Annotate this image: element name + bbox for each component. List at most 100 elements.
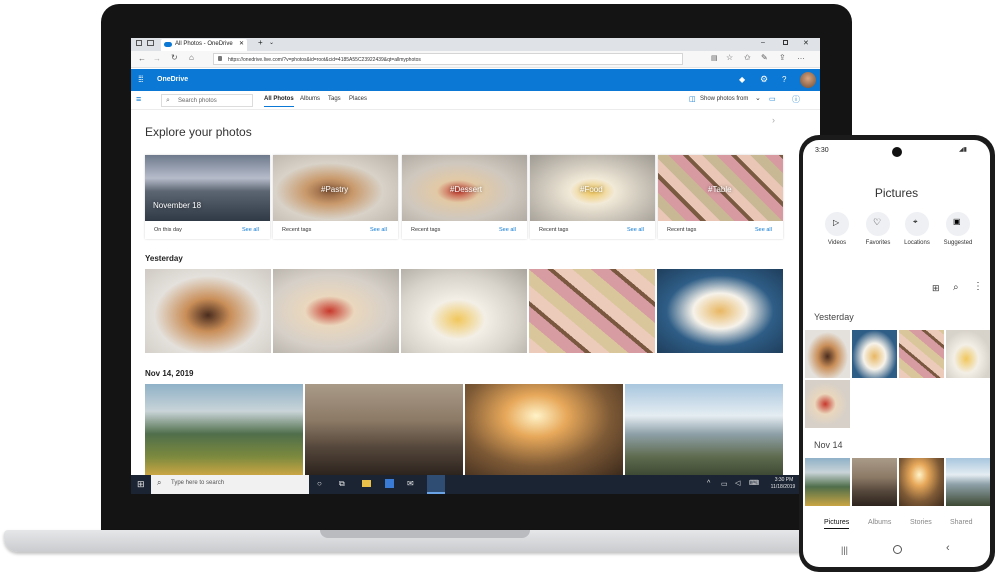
chevron-down-icon[interactable]: ⌄ xyxy=(269,39,274,46)
battery-icon[interactable]: ▭ xyxy=(721,480,728,488)
phone-tab-albums[interactable]: Albums xyxy=(868,519,891,526)
tray-chevron-icon[interactable]: ^ xyxy=(707,480,710,487)
minimize-icon[interactable]: – xyxy=(761,39,765,46)
cortana-icon[interactable]: ○ xyxy=(317,479,322,488)
phone-photo-tile[interactable] xyxy=(946,458,990,506)
file-explorer-icon[interactable] xyxy=(362,480,371,487)
maximize-icon[interactable] xyxy=(783,40,788,45)
favorites-icon[interactable]: ✩ xyxy=(744,53,751,62)
refresh-icon[interactable]: ↻ xyxy=(171,53,178,62)
tab-actions-icon[interactable] xyxy=(136,40,142,46)
app-name: OneDrive xyxy=(157,76,189,83)
volume-icon[interactable]: ◁ xyxy=(735,479,740,487)
photo-tile[interactable] xyxy=(145,384,303,475)
explore-card-pastry[interactable]: #Pastry Recent tags See all xyxy=(273,155,398,239)
show-photos-from-dropdown[interactable]: Show photos from xyxy=(700,96,748,102)
see-all-link[interactable]: See all xyxy=(370,227,387,233)
share-icon[interactable]: ⇪ xyxy=(779,53,786,62)
photo-tile[interactable] xyxy=(529,269,655,353)
url-field[interactable]: https://onedrive.live.com/?v=photos&id=r… xyxy=(213,53,683,65)
tab-preview-icon[interactable] xyxy=(147,40,154,46)
suggested-button[interactable]: ▣ xyxy=(946,212,970,236)
taskbar-search-box[interactable]: ⌕ Type here to search xyxy=(151,475,309,494)
reading-view-icon[interactable]: ▤ xyxy=(711,54,718,62)
tab-close-icon[interactable]: ✕ xyxy=(239,40,244,47)
mail-icon[interactable]: ✉ xyxy=(407,479,414,488)
task-view-icon[interactable]: ⧉ xyxy=(339,479,345,489)
see-all-link[interactable]: See all xyxy=(242,227,259,233)
explore-card-on-this-day[interactable]: November 18 On this day See all xyxy=(145,155,270,239)
tab-albums[interactable]: Albums xyxy=(300,96,320,102)
locations-button[interactable]: ⌖ xyxy=(905,212,929,236)
language-icon[interactable]: ⌨ xyxy=(749,479,759,487)
avatar[interactable] xyxy=(800,72,816,88)
videos-label: Videos xyxy=(827,240,847,246)
photo-tile[interactable] xyxy=(145,269,271,353)
hamburger-menu-icon[interactable]: ≡ xyxy=(136,94,141,104)
phone-photo-tile[interactable] xyxy=(899,458,944,506)
browser-tab[interactable]: All Photos - OneDrive ✕ xyxy=(161,39,247,51)
phone-photo-tile[interactable] xyxy=(805,330,850,378)
home-icon[interactable] xyxy=(893,545,902,554)
explore-card-dessert[interactable]: #Dessert Recent tags See all xyxy=(402,155,527,239)
phone-tab-pictures[interactable]: Pictures xyxy=(824,519,850,529)
window-close-icon[interactable]: ✕ xyxy=(803,39,809,47)
more-options-icon[interactable]: ⋮ xyxy=(973,281,983,292)
see-all-link[interactable]: See all xyxy=(499,227,516,233)
recents-icon[interactable]: ||| xyxy=(841,545,848,555)
taskbar-search-text: Type here to search xyxy=(171,480,225,486)
photo-tile[interactable] xyxy=(625,384,783,475)
search-icon: ⌕ xyxy=(157,478,162,487)
forward-icon[interactable]: → xyxy=(153,54,161,63)
photo-tile[interactable] xyxy=(273,269,399,353)
view-options-icon[interactable]: ▭ xyxy=(769,95,776,103)
videos-button[interactable]: ▷ xyxy=(825,212,849,236)
settings-gear-icon[interactable]: ⚙ xyxy=(760,74,768,85)
photo-tile[interactable] xyxy=(305,384,463,475)
phone-photo-tile[interactable] xyxy=(852,458,897,506)
info-icon[interactable]: ⓘ xyxy=(792,94,800,105)
phone-photo-tile[interactable] xyxy=(805,380,850,428)
chevron-down-icon[interactable]: ⌄ xyxy=(755,94,761,102)
explore-card-table[interactable]: #Table Recent tags See all xyxy=(658,155,783,239)
notes-icon[interactable]: ✎ xyxy=(761,53,768,62)
phone-photo-tile[interactable] xyxy=(852,330,897,378)
help-icon[interactable]: ? xyxy=(782,75,786,84)
more-icon[interactable]: … xyxy=(797,52,805,61)
store-icon[interactable] xyxy=(385,479,394,488)
add-to-album-icon[interactable]: ⊞ xyxy=(932,283,940,294)
photo-tile[interactable] xyxy=(657,269,783,353)
search-input[interactable]: ⌕ Search photos xyxy=(161,94,253,107)
phone-tab-stories[interactable]: Stories xyxy=(910,519,932,526)
premium-diamond-icon[interactable]: ◆ xyxy=(739,75,745,84)
taskbar-time[interactable]: 3:30 PM xyxy=(769,477,799,483)
tab-tags[interactable]: Tags xyxy=(328,96,341,102)
new-tab-icon[interactable]: + xyxy=(258,38,263,47)
home-icon[interactable]: ⌂ xyxy=(189,53,194,62)
photo-tile[interactable] xyxy=(401,269,527,353)
phone-photo-tile[interactable] xyxy=(899,330,944,378)
favorites-button[interactable]: ♡ xyxy=(866,212,890,236)
back-icon[interactable]: ‹ xyxy=(946,542,950,554)
front-camera xyxy=(892,147,902,157)
card-overlay-text: #Food xyxy=(580,185,603,194)
search-placeholder: Search photos xyxy=(178,98,217,104)
edge-browser-icon[interactable] xyxy=(427,475,445,494)
windows-start-icon[interactable]: ⊞ xyxy=(137,479,145,490)
phone-tab-shared[interactable]: Shared xyxy=(950,519,973,526)
back-icon[interactable]: ← xyxy=(138,54,146,63)
favorite-star-icon[interactable]: ☆ xyxy=(726,53,733,62)
photo-tile[interactable] xyxy=(465,384,623,475)
explore-card-food[interactable]: #Food Recent tags See all xyxy=(530,155,655,239)
phone-photo-tile[interactable] xyxy=(805,458,850,506)
app-launcher-icon[interactable]: ⁞⁞⁞ xyxy=(138,74,143,84)
phone-photo-tile[interactable] xyxy=(946,330,990,378)
see-all-link[interactable]: See all xyxy=(755,227,772,233)
see-all-link[interactable]: See all xyxy=(627,227,644,233)
card-label: Recent tags xyxy=(539,227,569,233)
next-chevron-icon[interactable]: › xyxy=(772,115,775,125)
tab-places[interactable]: Places xyxy=(349,96,367,102)
search-icon[interactable]: ⌕ xyxy=(953,282,959,293)
taskbar-date[interactable]: 11/18/2019 xyxy=(765,484,801,490)
tab-all-photos[interactable]: All Photos xyxy=(264,96,294,107)
